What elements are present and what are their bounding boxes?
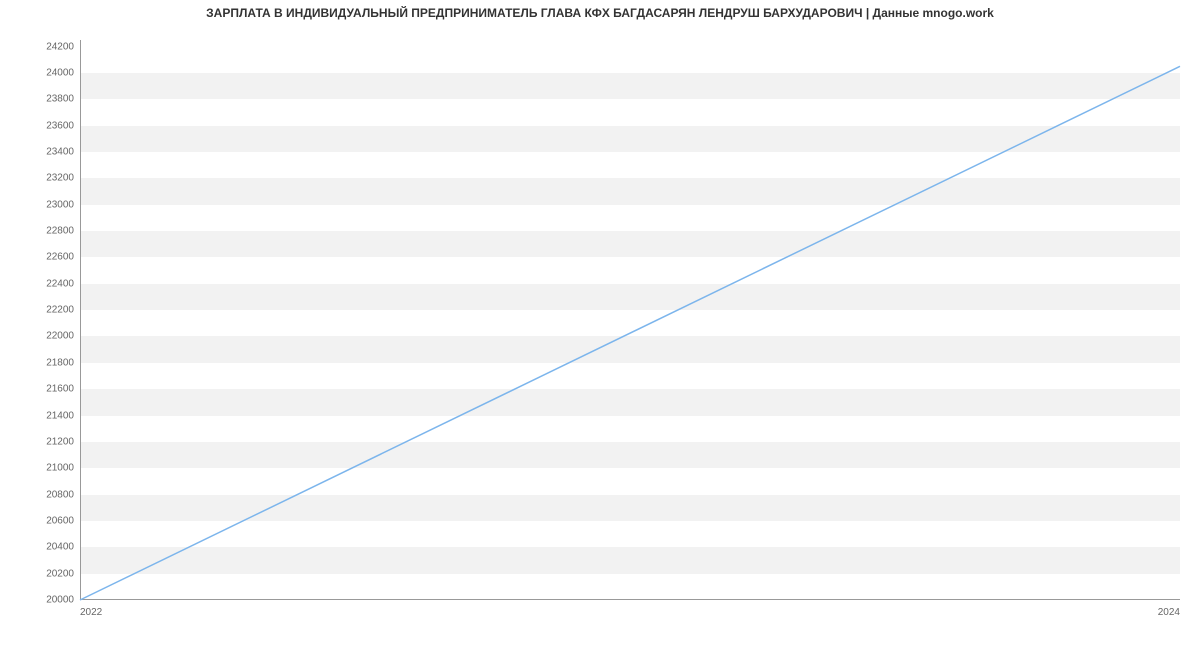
- y-tick-label: 22200: [26, 305, 74, 316]
- y-tick-label: 21600: [26, 384, 74, 395]
- series-line: [80, 66, 1180, 600]
- y-tick-label: 22400: [26, 278, 74, 289]
- y-tick-label: 23400: [26, 147, 74, 158]
- y-tick-label: 22000: [26, 331, 74, 342]
- chart-svg: [80, 40, 1180, 600]
- y-tick-label: 20000: [26, 595, 74, 606]
- y-tick-label: 23000: [26, 199, 74, 210]
- y-tick-label: 21000: [26, 463, 74, 474]
- x-tick-label: 2024: [1158, 607, 1180, 618]
- y-tick-label: 20600: [26, 515, 74, 526]
- y-tick-label: 23600: [26, 120, 74, 131]
- y-tick-label: 21200: [26, 436, 74, 447]
- y-tick-label: 23800: [26, 94, 74, 105]
- chart-title: ЗАРПЛАТА В ИНДИВИДУАЛЬНЫЙ ПРЕДПРИНИМАТЕЛ…: [0, 6, 1200, 20]
- y-tick-label: 21800: [26, 357, 74, 368]
- y-tick-label: 20200: [26, 568, 74, 579]
- y-tick-label: 21400: [26, 410, 74, 421]
- y-tick-label: 20400: [26, 542, 74, 553]
- x-tick-label: 2022: [80, 607, 102, 618]
- y-tick-label: 24000: [26, 67, 74, 78]
- chart-container: ЗАРПЛАТА В ИНДИВИДУАЛЬНЫЙ ПРЕДПРИНИМАТЕЛ…: [0, 0, 1200, 650]
- y-tick-label: 24200: [26, 41, 74, 52]
- y-tick-label: 23200: [26, 173, 74, 184]
- plot-area: 2000020200204002060020800210002120021400…: [80, 40, 1180, 600]
- y-tick-label: 20800: [26, 489, 74, 500]
- y-tick-label: 22600: [26, 252, 74, 263]
- y-tick-label: 22800: [26, 226, 74, 237]
